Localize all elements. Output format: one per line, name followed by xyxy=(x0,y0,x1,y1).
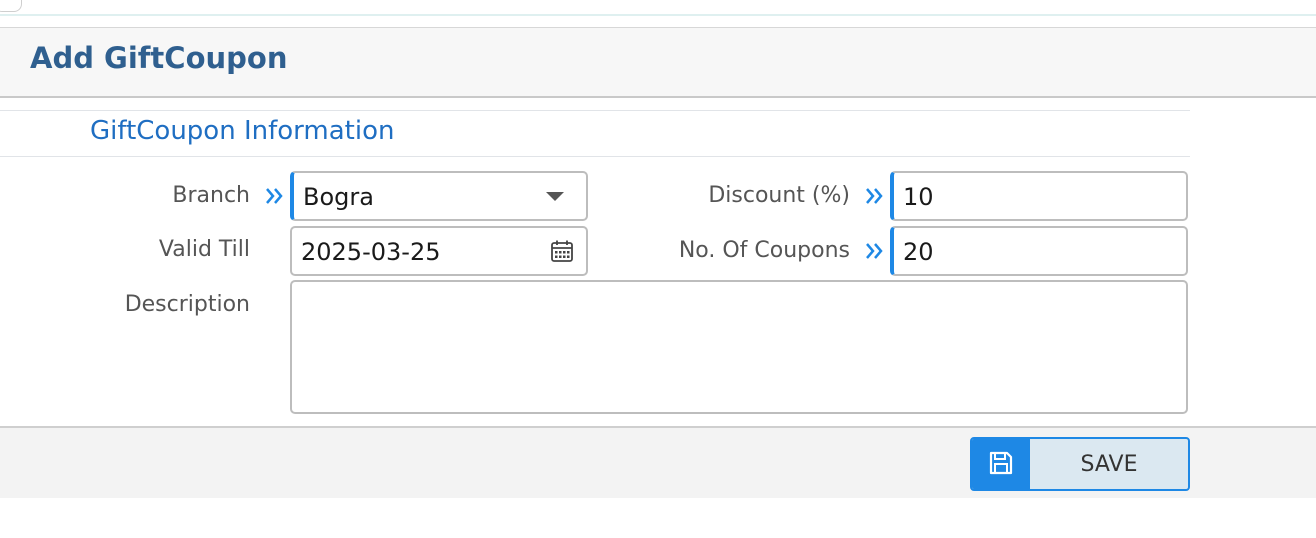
coupons-input-value: 20 xyxy=(903,238,934,266)
save-button[interactable]: SAVE xyxy=(970,437,1190,491)
top-left-tab-corner xyxy=(0,0,22,12)
top-strip xyxy=(0,0,1316,16)
double-chevron-right-icon xyxy=(866,188,883,204)
description-textarea[interactable] xyxy=(290,280,1188,414)
section-title: GiftCoupon Information xyxy=(90,116,395,146)
section-divider-bottom xyxy=(0,156,1190,157)
caret-down-icon xyxy=(546,192,564,201)
discount-input-value: 10 xyxy=(903,183,934,211)
branch-select-value: Bogra xyxy=(303,183,374,211)
coupons-input[interactable]: 20 xyxy=(890,226,1188,276)
description-label: Description xyxy=(124,292,250,317)
calendar-icon[interactable] xyxy=(550,239,574,263)
save-icon-box xyxy=(972,439,1030,489)
discount-label: Discount (%) xyxy=(708,183,850,208)
valid-till-value: 2025-03-25 xyxy=(301,238,441,266)
double-chevron-right-icon xyxy=(266,188,283,204)
page-title: Add GiftCoupon xyxy=(30,41,288,75)
save-button-label: SAVE xyxy=(1080,452,1138,477)
coupons-label: No. Of Coupons xyxy=(678,238,850,263)
discount-input[interactable]: 10 xyxy=(890,171,1188,221)
section-divider-top xyxy=(0,110,1190,111)
double-chevron-right-icon xyxy=(866,243,883,259)
valid-till-label: Valid Till xyxy=(158,237,250,262)
branch-select[interactable]: Bogra xyxy=(290,171,588,221)
page-header: Add GiftCoupon xyxy=(0,27,1316,98)
floppy-disk-icon xyxy=(989,451,1013,475)
branch-label: Branch xyxy=(172,183,250,208)
valid-till-date-input[interactable]: 2025-03-25 xyxy=(290,226,588,276)
